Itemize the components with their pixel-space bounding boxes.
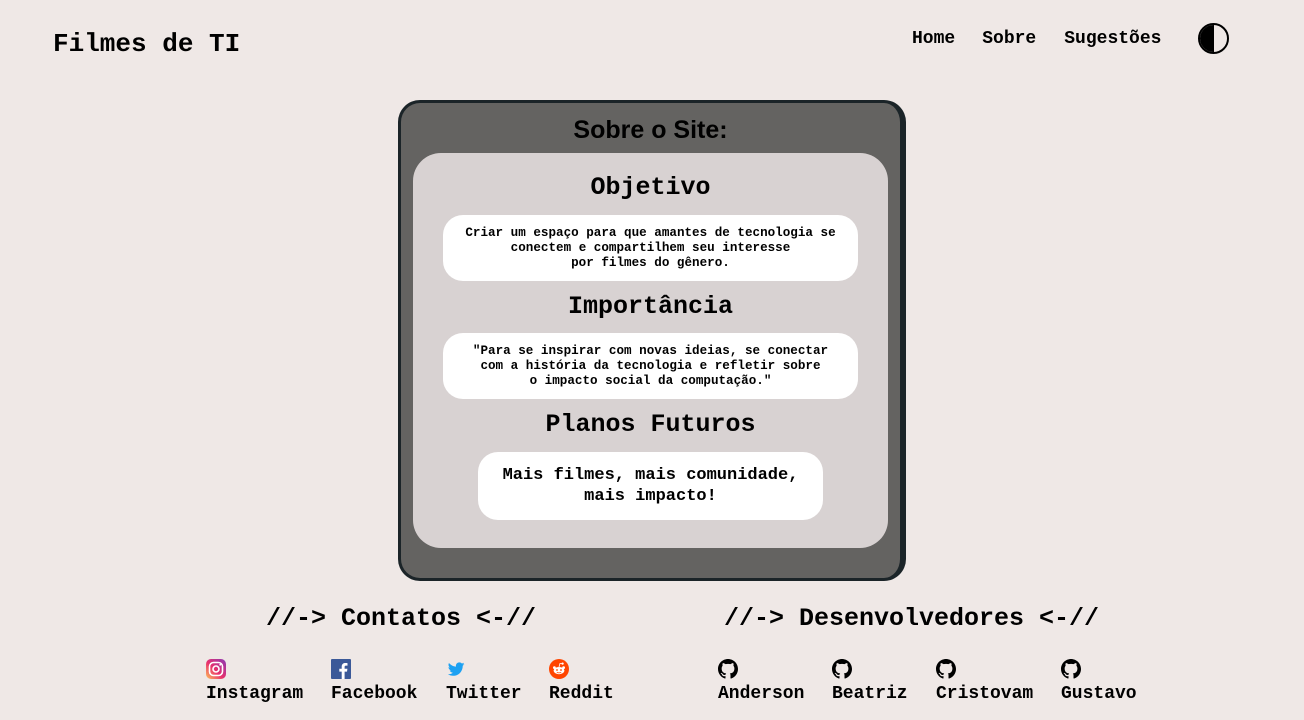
contact-label: Twitter	[446, 684, 522, 704]
nav-home-link[interactable]: Home	[912, 26, 955, 52]
section-heading-objetivo: Objetivo	[590, 173, 711, 202]
importancia-text: "Para se inspirar com novas ideias, se c…	[472, 343, 829, 388]
contact-reddit-link[interactable]: Reddit	[549, 659, 614, 704]
contact-label: Reddit	[549, 684, 614, 704]
contrast-icon	[1200, 25, 1214, 52]
contact-label: Facebook	[331, 684, 418, 704]
developer-label: Beatriz	[832, 684, 908, 704]
section-heading-importancia: Importância	[567, 292, 734, 321]
contact-facebook-link[interactable]: Facebook	[331, 659, 417, 704]
contact-twitter-link[interactable]: Twitter	[446, 659, 522, 704]
nav-sobre-link[interactable]: Sobre	[982, 26, 1036, 52]
nav-sugestoes-link[interactable]: Sugestões	[1064, 26, 1161, 52]
contact-instagram-link[interactable]: Instagram	[206, 659, 303, 704]
twitter-icon	[447, 662, 465, 676]
instagram-icon	[206, 659, 226, 679]
reddit-icon	[549, 659, 569, 679]
about-title: Sobre o Site:	[573, 116, 728, 144]
github-icon	[1061, 659, 1081, 679]
developer-gustavo-link[interactable]: Gustavo	[1061, 659, 1137, 704]
contacts-heading: //-> Contatos <-//	[266, 604, 537, 633]
github-icon	[832, 659, 852, 679]
importancia-card: "Para se inspirar com novas ideias, se c…	[443, 333, 858, 399]
objetivo-text: Criar um espaço para que amantes de tecn…	[465, 225, 836, 270]
facebook-icon	[331, 659, 351, 679]
section-heading-planos-futuros: Planos Futuros	[545, 410, 756, 439]
github-icon	[936, 659, 956, 679]
site-title: Filmes de TI	[53, 29, 241, 59]
theme-toggle-button[interactable]	[1198, 23, 1229, 54]
developers-heading: //-> Desenvolvedores <-//	[724, 604, 1100, 633]
developer-label: Anderson	[718, 684, 805, 704]
main-nav: Home Sobre Sugestões	[912, 26, 1161, 52]
contact-label: Instagram	[206, 684, 304, 704]
planos-futuros-card: Mais filmes, mais comunidade, mais impac…	[478, 452, 823, 520]
developer-anderson-link[interactable]: Anderson	[718, 659, 804, 704]
planos-futuros-text: Mais filmes, mais comunidade, mais impac…	[502, 466, 799, 506]
github-icon	[718, 659, 738, 679]
objetivo-card: Criar um espaço para que amantes de tecn…	[443, 215, 858, 281]
developer-beatriz-link[interactable]: Beatriz	[832, 659, 908, 704]
developer-cristovam-link[interactable]: Cristovam	[936, 659, 1033, 704]
developer-label: Cristovam	[936, 684, 1034, 704]
about-content: Objetivo Criar um espaço para que amante…	[413, 153, 888, 548]
about-panel: Sobre o Site: Objetivo Criar um espaço p…	[398, 100, 906, 581]
developer-label: Gustavo	[1061, 684, 1137, 704]
